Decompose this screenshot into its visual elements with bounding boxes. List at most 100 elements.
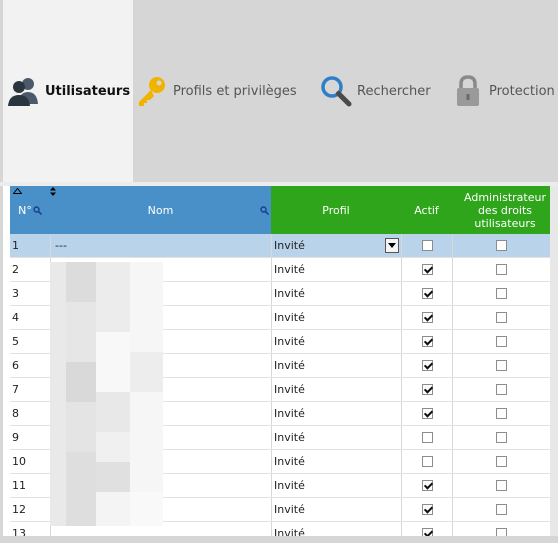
actif-cell xyxy=(401,282,452,305)
admin-cell xyxy=(452,234,550,257)
profile-select[interactable]: Invité xyxy=(271,354,401,377)
admin-checkbox[interactable] xyxy=(496,288,507,299)
actif-checkbox[interactable] xyxy=(421,504,433,515)
actif-checkbox[interactable] xyxy=(421,408,433,419)
admin-checkbox[interactable] xyxy=(496,480,507,491)
profile-value: Invité xyxy=(274,239,305,252)
profile-select[interactable]: Invité xyxy=(271,306,401,329)
column-header-actif[interactable]: Actif xyxy=(401,186,452,234)
admin-checkbox[interactable] xyxy=(496,264,507,275)
row-number: 13 xyxy=(12,527,26,536)
user-name[interactable]: --- xyxy=(50,234,271,257)
row-number: 3 xyxy=(12,287,19,300)
tab-rechercher[interactable]: Rechercher xyxy=(319,0,431,182)
profile-value: Invité xyxy=(274,527,305,536)
admin-checkbox[interactable] xyxy=(496,312,507,323)
profile-value: Invité xyxy=(274,335,305,348)
admin-checkbox[interactable] xyxy=(496,408,507,419)
profile-value: Invité xyxy=(274,383,305,396)
admin-cell xyxy=(452,402,550,425)
column-label-nom: Nom xyxy=(147,203,174,217)
profile-value: Invité xyxy=(274,455,305,468)
profile-value: Invité xyxy=(274,287,305,300)
tab-protection[interactable]: Protection xyxy=(451,0,555,182)
tab-profils-label: Profils et privilèges xyxy=(173,83,297,99)
table-row[interactable]: 1 --- Invité xyxy=(10,234,558,258)
column-label-admin: Administrateur des droits utilisateurs xyxy=(464,190,546,230)
admin-cell xyxy=(452,330,550,353)
actif-checkbox[interactable] xyxy=(421,360,433,371)
admin-cell xyxy=(452,258,550,281)
profile-select[interactable]: Invité xyxy=(271,282,401,305)
admin-checkbox[interactable] xyxy=(496,456,507,467)
profile-select[interactable]: Invité xyxy=(271,330,401,353)
actif-cell xyxy=(401,306,452,329)
row-number: 4 xyxy=(12,311,19,324)
admin-cell xyxy=(452,354,550,377)
actif-checkbox[interactable] xyxy=(421,312,433,323)
profile-select[interactable]: Invité xyxy=(271,234,401,257)
admin-checkbox[interactable] xyxy=(496,240,507,251)
column-header-num[interactable]: N° xyxy=(10,186,50,234)
actif-cell xyxy=(401,330,452,353)
profile-select[interactable]: Invité xyxy=(271,522,401,536)
sort-arrows-icon xyxy=(50,187,56,196)
row-number: 1 xyxy=(12,239,19,252)
profile-value: Invité xyxy=(274,407,305,420)
admin-cell xyxy=(452,378,550,401)
tab-profils[interactable]: Profils et privilèges xyxy=(135,0,297,182)
actif-cell xyxy=(401,426,452,449)
profile-select[interactable]: Invité xyxy=(271,474,401,497)
admin-checkbox[interactable] xyxy=(496,360,507,371)
admin-cell xyxy=(452,282,550,305)
tab-protection-label: Protection xyxy=(489,83,555,99)
admin-cell xyxy=(452,426,550,449)
actif-checkbox[interactable] xyxy=(421,456,433,467)
tab-utilisateurs[interactable]: Utilisateurs xyxy=(3,0,133,182)
profile-select[interactable]: Invité xyxy=(271,378,401,401)
row-number: 9 xyxy=(12,431,19,444)
row-number: 5 xyxy=(12,335,19,348)
users-grid: N° Nom Profil Actif Administrateur des d… xyxy=(10,186,558,536)
admin-checkbox[interactable] xyxy=(496,432,507,443)
profile-select[interactable]: Invité xyxy=(271,258,401,281)
column-header-profil[interactable]: Profil xyxy=(271,186,401,234)
profile-select[interactable]: Invité xyxy=(271,498,401,521)
actif-cell xyxy=(401,474,452,497)
profile-value: Invité xyxy=(274,311,305,324)
admin-checkbox[interactable] xyxy=(496,336,507,347)
actif-cell xyxy=(401,450,452,473)
profile-select[interactable]: Invité xyxy=(271,402,401,425)
admin-cell xyxy=(452,450,550,473)
dropdown-arrow-icon[interactable] xyxy=(385,238,399,253)
window-frame-bottom xyxy=(0,536,558,543)
actif-checkbox[interactable] xyxy=(421,336,433,347)
actif-checkbox[interactable] xyxy=(421,288,433,299)
actif-checkbox[interactable] xyxy=(421,384,433,395)
actif-checkbox[interactable] xyxy=(421,240,433,251)
actif-checkbox[interactable] xyxy=(421,264,433,275)
sort-triangle-icon xyxy=(13,188,22,194)
row-number: 6 xyxy=(12,359,19,372)
row-number: 7 xyxy=(12,383,19,396)
admin-checkbox[interactable] xyxy=(496,384,507,395)
actif-cell xyxy=(401,258,452,281)
admin-checkbox[interactable] xyxy=(496,528,507,536)
column-header-nom[interactable]: Nom xyxy=(50,186,271,234)
admin-cell xyxy=(452,522,550,536)
profile-select[interactable]: Invité xyxy=(271,450,401,473)
users-icon xyxy=(7,74,41,108)
profile-value: Invité xyxy=(274,431,305,444)
admin-checkbox[interactable] xyxy=(496,504,507,515)
actif-checkbox[interactable] xyxy=(421,480,433,491)
search-column-icon[interactable] xyxy=(33,205,42,215)
actif-checkbox[interactable] xyxy=(421,528,433,536)
column-header-admin[interactable]: Administrateur des droits utilisateurs xyxy=(452,186,558,234)
actif-cell xyxy=(401,498,452,521)
row-number: 10 xyxy=(12,455,26,468)
search-column-icon[interactable] xyxy=(260,206,269,215)
column-label-num: N° xyxy=(18,203,32,217)
actif-checkbox[interactable] xyxy=(421,432,433,443)
profile-select[interactable]: Invité xyxy=(271,426,401,449)
vertical-scrollbar[interactable] xyxy=(550,186,558,536)
